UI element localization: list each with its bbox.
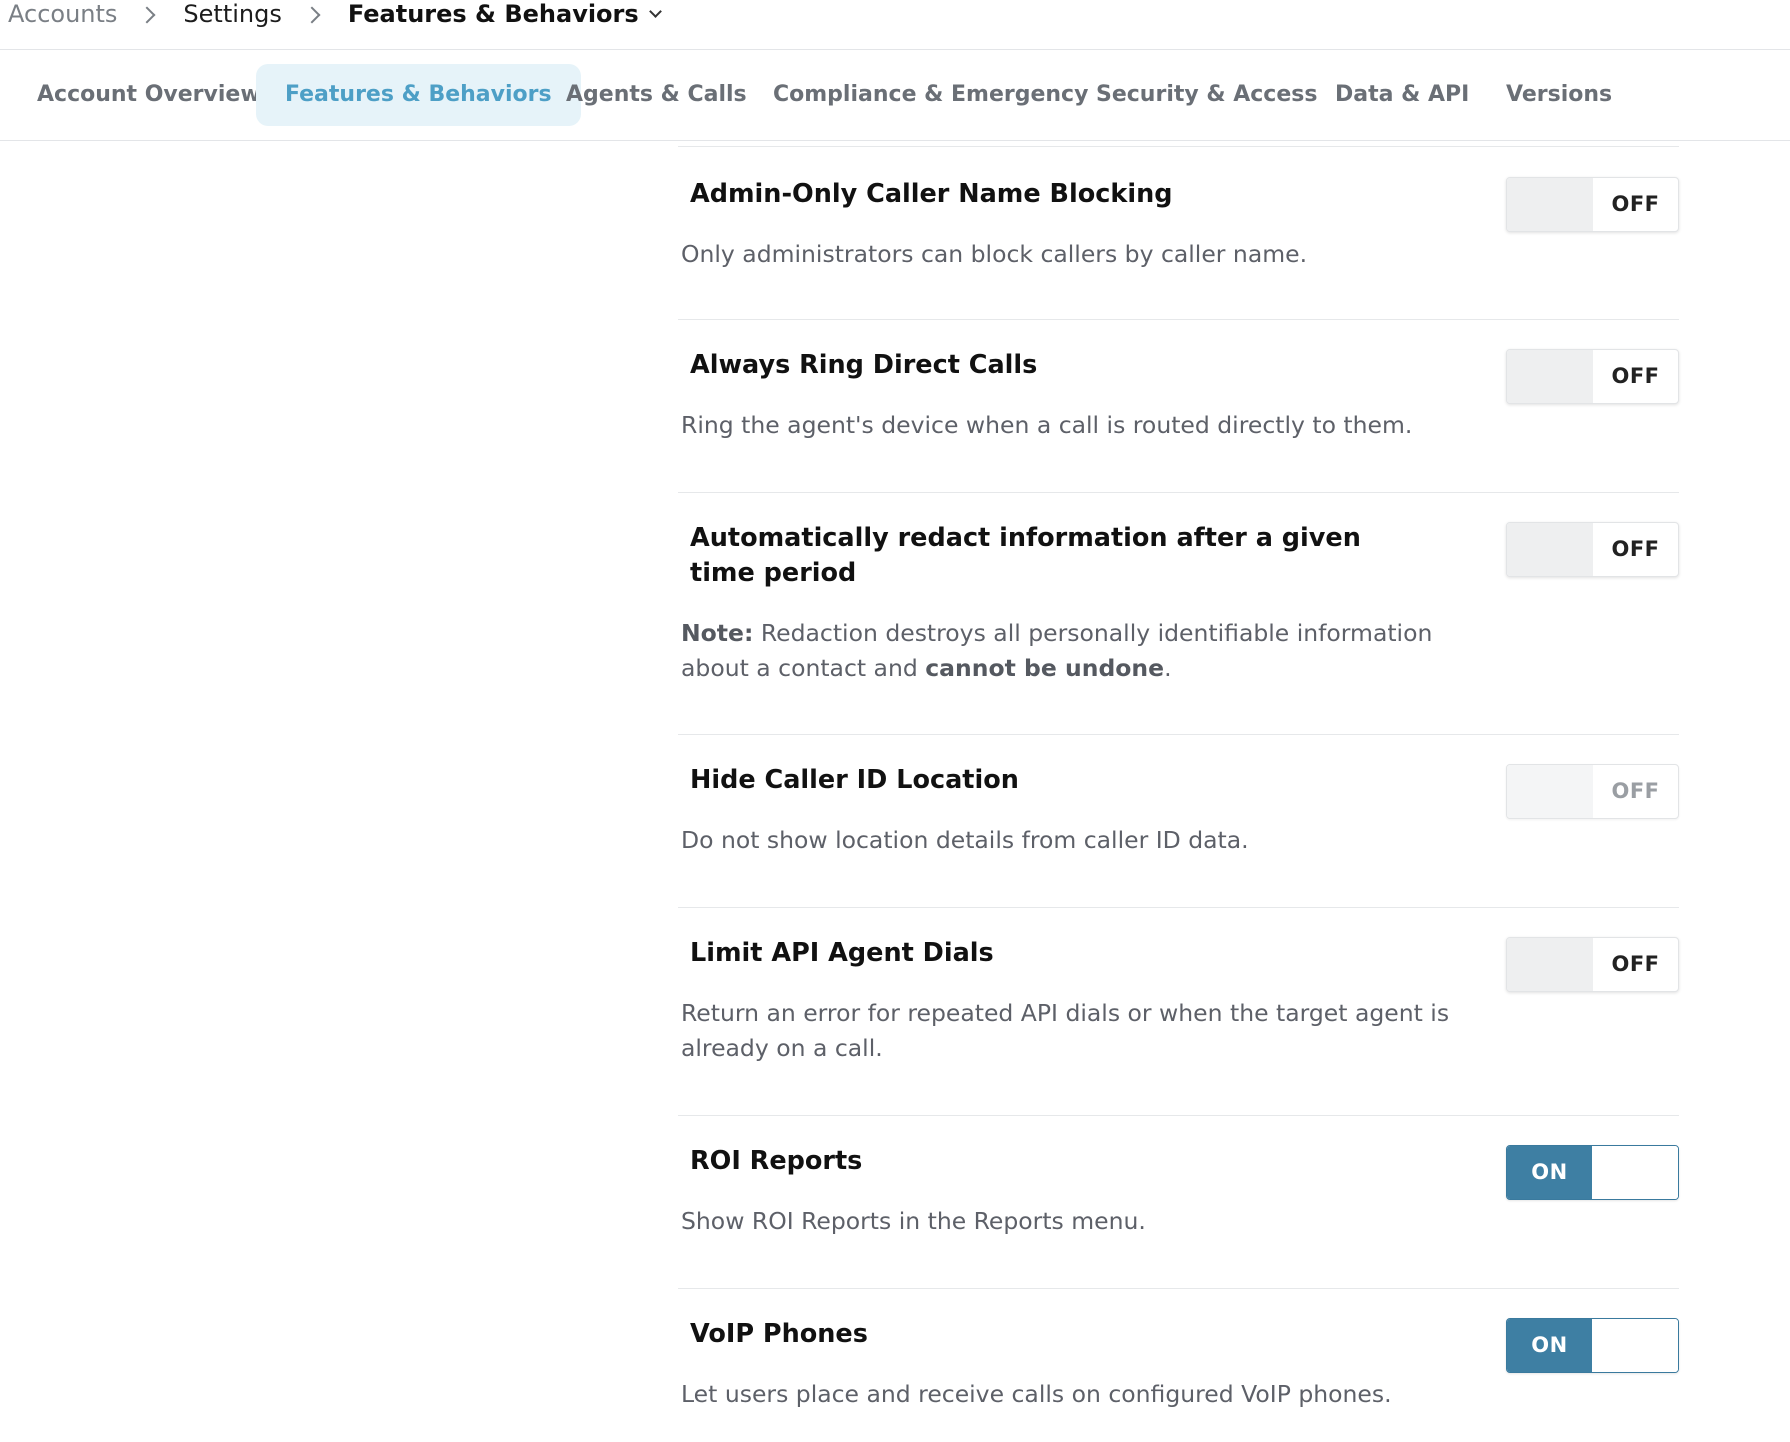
setting-description: Do not show location details from caller…: [681, 826, 1249, 854]
settings-tabs: Account Overview Features & Behaviors Ag…: [0, 50, 1790, 141]
toggle-knob: [1592, 1319, 1678, 1372]
setting-row: Admin-Only Caller Name Blocking Only adm…: [678, 146, 1679, 319]
setting-row: Always Ring Direct Calls Ring the agent'…: [678, 319, 1679, 492]
setting-row: ROI Reports Show ROI Reports in the Repo…: [678, 1115, 1679, 1288]
tab-compliance-emergency[interactable]: Compliance & Emergency: [744, 64, 1117, 126]
setting-description: Only administrators can block callers by…: [681, 240, 1308, 268]
admin-only-caller-name-blocking-toggle[interactable]: OFF: [1506, 177, 1679, 232]
chevron-right-icon: [138, 6, 156, 24]
toggle-state-label: ON: [1507, 1319, 1592, 1372]
setting-note: Note: Redaction destroys all personally …: [681, 616, 1471, 686]
toggle-state-label: OFF: [1611, 952, 1660, 976]
auto-redact-information-toggle[interactable]: OFF: [1506, 522, 1679, 577]
setting-description: Return an error for repeated API dials o…: [681, 999, 1450, 1062]
tab-versions[interactable]: Versions: [1477, 64, 1641, 126]
setting-title: Always Ring Direct Calls: [690, 350, 1038, 380]
tab-features-behaviors[interactable]: Features & Behaviors: [256, 64, 581, 126]
setting-title: Limit API Agent Dials: [690, 938, 994, 968]
breadcrumb-current-label: Features & Behaviors: [347, 0, 639, 28]
roi-reports-toggle[interactable]: ON: [1506, 1145, 1679, 1200]
note-label: Note:: [681, 619, 754, 647]
setting-description: Ring the agent's device when a call is r…: [681, 411, 1413, 439]
always-ring-direct-calls-toggle[interactable]: OFF: [1506, 349, 1679, 404]
note-end: .: [1164, 654, 1172, 682]
toggle-knob: [1507, 765, 1593, 818]
voip-phones-toggle[interactable]: ON: [1506, 1318, 1679, 1373]
toggle-knob: [1507, 523, 1593, 576]
setting-description: Show ROI Reports in the Reports menu.: [681, 1207, 1146, 1235]
toggle-state-label: OFF: [1611, 192, 1660, 216]
setting-title: ROI Reports: [690, 1146, 863, 1176]
setting-title: Hide Caller ID Location: [690, 765, 1019, 795]
tab-agents-calls[interactable]: Agents & Calls: [537, 64, 776, 126]
setting-row: VoIP Phones Let users place and receive …: [678, 1288, 1679, 1442]
hide-caller-id-location-toggle[interactable]: OFF: [1506, 764, 1679, 819]
setting-description: Let users place and receive calls on con…: [681, 1380, 1392, 1408]
breadcrumb: Accounts Settings Features & Behaviors: [0, 0, 1790, 50]
setting-row: Automatically redact information after a…: [678, 492, 1679, 734]
breadcrumb-current[interactable]: Features & Behaviors: [347, 0, 662, 29]
limit-api-agent-dials-toggle[interactable]: OFF: [1506, 937, 1679, 992]
setting-title: VoIP Phones: [690, 1319, 868, 1349]
toggle-knob: [1507, 938, 1593, 991]
setting-title: Automatically redact information after a…: [690, 523, 1361, 588]
toggle-state-label: OFF: [1611, 537, 1660, 561]
breadcrumb-accounts[interactable]: Accounts: [8, 0, 117, 29]
setting-row: Limit API Agent Dials Return an error fo…: [678, 907, 1679, 1115]
chevron-right-icon: [303, 6, 321, 24]
toggle-state-label: ON: [1507, 1146, 1592, 1199]
toggle-state-label: OFF: [1611, 364, 1660, 388]
toggle-knob: [1507, 350, 1593, 403]
setting-row: Hide Caller ID Location Do not show loca…: [678, 734, 1679, 907]
toggle-knob: [1507, 178, 1593, 231]
toggle-knob: [1592, 1146, 1678, 1199]
note-bold: cannot be undone: [925, 654, 1165, 682]
setting-title: Admin-Only Caller Name Blocking: [690, 179, 1173, 209]
tab-data-api[interactable]: Data & API: [1306, 64, 1498, 126]
chevron-down-icon: [648, 4, 662, 18]
tab-security-access[interactable]: Security & Access: [1067, 64, 1346, 126]
breadcrumb-settings[interactable]: Settings: [183, 0, 281, 29]
tab-account-overview[interactable]: Account Overview: [8, 64, 290, 126]
toggle-state-label: OFF: [1611, 779, 1660, 803]
